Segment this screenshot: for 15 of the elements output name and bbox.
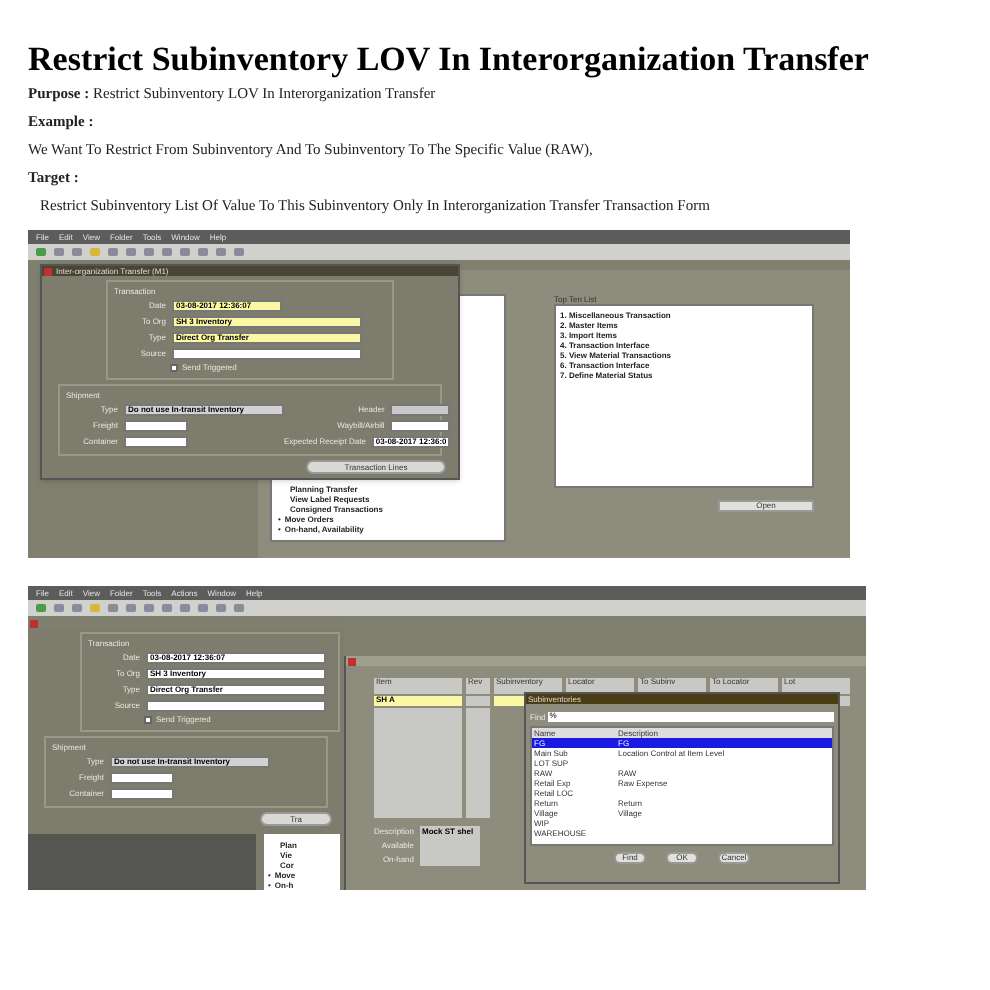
input-field[interactable] — [390, 419, 451, 431]
input-field[interactable] — [124, 419, 188, 431]
window-icon — [30, 619, 38, 627]
input-field[interactable] — [110, 787, 174, 799]
window-icon — [348, 657, 356, 665]
window-icon — [44, 267, 52, 275]
input-field[interactable] — [146, 699, 326, 711]
table-cell[interactable] — [466, 696, 490, 706]
input-field[interactable] — [110, 771, 174, 783]
input-field[interactable] — [124, 435, 188, 447]
checkbox[interactable] — [170, 364, 178, 372]
input-field[interactable] — [390, 403, 451, 415]
checkbox[interactable] — [144, 716, 152, 724]
input-field[interactable] — [172, 347, 362, 359]
document-title: Restrict Subinventory LOV In Interorganization Transfer — [28, 40, 871, 80]
